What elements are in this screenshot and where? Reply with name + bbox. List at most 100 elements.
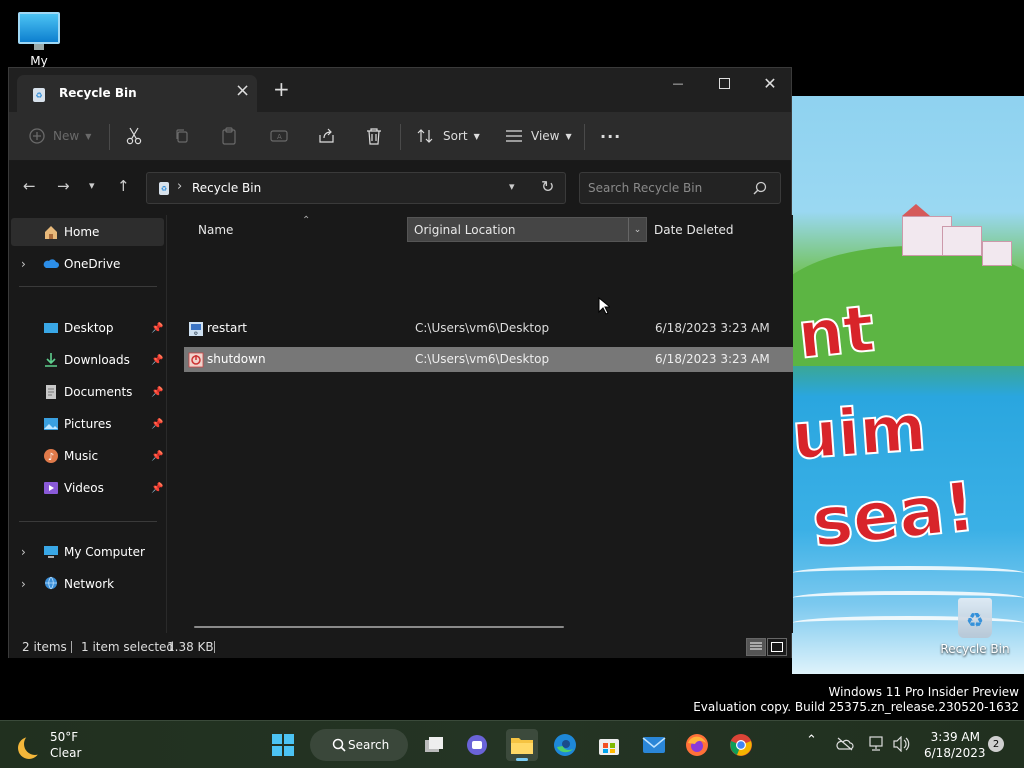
volume-icon[interactable] [892,736,910,752]
view-button[interactable]: View ▼ [505,124,572,148]
copy-icon [176,129,188,143]
nav-divider [19,286,157,287]
close-tab-button[interactable]: × [235,82,250,100]
clipboard-icon [222,127,236,145]
minimize-icon: — [672,76,684,90]
script-file-icon: ⚙ [189,322,203,337]
sidebar-item-downloads[interactable]: Downloads 📌 [11,346,164,374]
tab-recycle-bin[interactable]: ♻ Recycle Bin × [17,75,257,112]
column-header-original-location[interactable]: Original Location ⌄ [407,217,647,242]
sidebar-item-music[interactable]: ♪ Music 📌 [11,442,164,470]
toolbar-divider [109,124,110,150]
chevron-right-icon[interactable]: › [21,545,26,559]
sidebar-item-onedrive[interactable]: › OneDrive [11,250,164,278]
file-original-location: C:\Users\vm6\Desktop [415,321,550,335]
forward-button[interactable]: → [57,178,70,194]
copy-button[interactable] [174,124,190,148]
minimize-button[interactable]: — [655,68,701,98]
details-view-button[interactable] [746,638,766,656]
up-button[interactable]: ↑ [117,178,130,194]
maximize-button[interactable] [701,68,747,98]
search-icon[interactable] [753,181,767,195]
show-hidden-icons-button[interactable]: ⌃ [806,733,817,748]
microsoft-store-button[interactable] [593,729,625,761]
see-more-button[interactable]: ··· [600,124,621,148]
sidebar-item-videos[interactable]: Videos 📌 [11,474,164,502]
teams-chat-button[interactable] [461,729,493,761]
pin-icon: 📌 [151,322,164,334]
onedrive-offline-icon[interactable] [836,737,854,751]
horizontal-scrollbar[interactable] [194,626,564,628]
home-icon [45,226,57,239]
pin-icon: 📌 [151,354,164,366]
thumbnail-view-icon [771,642,783,652]
svg-text:A: A [277,133,282,141]
more-icon: ··· [600,126,622,146]
desktop-icon-recycle-bin[interactable]: ♻ Recycle Bin [936,596,1014,656]
column-filter-dropdown[interactable]: ⌄ [628,218,646,241]
selection-size: 1.38 KB [167,640,214,654]
mail-button[interactable] [638,729,670,761]
column-header-name[interactable]: Name [184,217,406,242]
column-header-date-deleted[interactable]: Date Deleted [654,217,793,242]
cut-button[interactable] [126,124,142,148]
sidebar-item-desktop[interactable]: Desktop 📌 [11,314,164,342]
address-dropdown-button[interactable]: ▾ [509,180,515,193]
close-window-button[interactable]: ✕ [747,68,793,98]
windows-logo-icon [272,734,294,756]
clock[interactable]: 3:39 AM 6/18/2023 [924,729,986,761]
paste-button[interactable] [221,124,237,148]
sidebar-item-label: My Computer [64,545,145,559]
notification-badge[interactable]: 2 [988,736,1004,752]
computer-icon [44,546,58,558]
sidebar-item-my-computer[interactable]: › My Computer [11,538,164,566]
table-row[interactable]: ⚙ restart C:\Users\vm6\Desktop 6/18/2023… [184,316,793,341]
edge-button[interactable] [549,729,581,761]
recycle-bin-icon: ♻ [958,598,992,638]
nav-divider [19,521,157,522]
new-tab-button[interactable]: + [273,79,290,99]
recent-locations-button[interactable]: ▾ [89,178,95,194]
breadcrumb-recycle-bin[interactable]: Recycle Bin [192,181,261,195]
title-bar[interactable]: ♻ Recycle Bin × + — ✕ [9,68,791,112]
tiles-view-button[interactable] [767,638,787,656]
new-button[interactable]: New ▼ [29,124,91,148]
network-status-icon[interactable] [867,736,885,752]
sort-button[interactable]: Sort ▼ [417,124,480,148]
weather-temperature: 50°F [50,730,79,744]
new-label: New [53,129,80,143]
sidebar-item-pictures[interactable]: Pictures 📌 [11,410,164,438]
rename-icon: A [270,130,288,142]
firefox-button[interactable] [681,729,713,761]
sidebar-item-documents[interactable]: Documents 📌 [11,378,164,406]
folder-icon [511,738,533,754]
list-view-icon [750,642,762,650]
delete-button[interactable] [366,124,382,148]
chevron-right-icon[interactable]: › [21,257,26,271]
chevron-down-icon: ▼ [473,131,480,141]
search-input[interactable] [580,173,750,203]
address-bar[interactable]: ♻ › Recycle Bin ▾ ↻ [146,172,566,204]
shortcut-file-icon [188,352,204,368]
rename-button[interactable]: A [270,124,288,148]
sidebar-item-home[interactable]: Home [11,218,164,246]
task-view-button[interactable] [418,729,450,761]
sidebar-item-label: Home [64,225,100,239]
table-row[interactable]: shutdown C:\Users\vm6\Desktop 6/18/2023 … [184,347,793,372]
file-explorer-taskbar-button[interactable] [506,729,538,761]
back-button[interactable]: ← [23,178,36,194]
sidebar-item-network[interactable]: › Network [11,570,164,598]
start-button[interactable] [267,729,299,761]
store-icon [599,739,619,755]
watermark-line: Windows 11 Pro Insider Preview [828,685,1019,699]
chrome-button[interactable] [725,729,757,761]
refresh-button[interactable]: ↻ [541,177,554,196]
svg-text:⚙: ⚙ [194,331,199,337]
taskbar-search-button[interactable]: Search [310,729,408,761]
desktop-wallpaper: nt uim sea! [792,96,1024,674]
share-button[interactable] [318,124,335,148]
chevron-right-icon[interactable]: › [21,577,26,591]
sidebar-item-label: Desktop [64,321,114,335]
clock-time: 3:39 AM [930,730,980,744]
view-icon [506,130,522,142]
